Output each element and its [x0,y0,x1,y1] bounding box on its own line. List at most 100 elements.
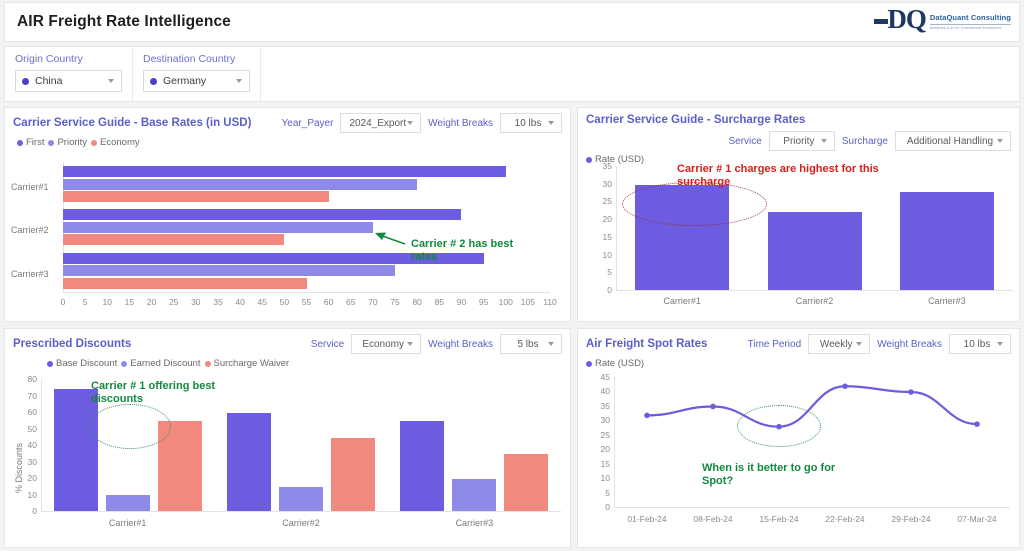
bar-carrier2-base-discount [227,412,271,511]
bar-carrier3 [899,191,994,290]
bar-carrier1-priority [63,178,418,190]
chevron-down-icon [407,342,414,346]
y-tick-0: 0 [32,506,37,516]
bar-carrier3-earned-discount [452,478,497,511]
x-tick-4: 20 [146,297,157,307]
x-tick-3: 15 [124,297,135,307]
x-tick-14: 70 [368,297,378,307]
page-title: AIR Freight Rate Intelligence [17,13,231,30]
base-rates-year-payer-value: 2024_Export [349,117,407,129]
y-tick-6: 60 [27,407,37,417]
bullet-icon [22,77,29,85]
destination-country-select[interactable]: Germany [143,70,250,92]
chevron-down-icon [997,342,1003,346]
surcharge-type-select[interactable]: Additional Handling [895,131,1011,151]
category-label-3: Carrier#3 [455,518,494,528]
discounts-title: Prescribed Discounts [13,338,132,350]
bar-carrier2 [767,212,862,290]
spot-time-period-value: Weekly [819,338,853,350]
discounts-weight-breaks-label: Weight Breaks [428,338,493,350]
filter-destination-country-label: Destination Country [143,53,236,65]
chevron-down-icon [548,342,554,346]
y-axis-line [41,379,42,511]
surcharge-service-select[interactable]: Priority [768,131,835,151]
bar-carrier1-earned-discount [105,495,150,511]
base-rates-year-payer-select[interactable]: 2024_Export [340,113,422,133]
company-logo: DQ DataQuant Consulting Analytics & AI f… [874,6,1011,33]
surcharge-rates-controls: Service Priority Surcharge Additional Ha… [578,131,1019,151]
discounts-weight-breaks-select[interactable]: 5 lbs [500,334,562,354]
legend-label-surcharge-waiver: Surcharge Waiver [213,358,290,369]
y-tick-4: 20 [602,214,612,225]
legend-item-priority: Priority [48,137,87,148]
bullet-icon [150,77,157,85]
x-tick-19: 95 [478,297,489,307]
spot-annotation-text: When is it better to go for Spot? [702,462,836,487]
spot-rates-legend: Rate (USD) [578,355,1019,369]
category-label-1: Carrier#1 [108,518,147,528]
bar-carrier2-priority [63,221,373,233]
discounts-legend: Base Discount Earned Discount Surcharge … [5,355,570,369]
legend-item-earned-discount: Earned Discount [121,358,201,369]
x-tick-6: 30 [191,297,201,307]
surcharge-service-value: Priority [783,135,815,147]
discounts-highlight-ellipse [89,404,171,449]
y-tick-1: 5 [607,267,612,278]
x-tick-11: 55 [301,297,312,307]
y-tick-5: 50 [27,423,37,434]
base-rates-header: Carrier Service Guide - Base Rates (in U… [5,108,570,134]
base-rates-weight-breaks-value: 10 lbs [514,117,542,129]
spot-weight-breaks-select[interactable]: 10 lbs [949,334,1011,354]
panel-prescribed-discounts: Prescribed Discounts Service Economy Wei… [4,328,571,548]
data-point-4 [908,389,914,395]
x-tick-2: 10 [102,297,112,307]
logo-company-name: DataQuant Consulting [929,13,1011,23]
category-label-3: Carrier#3 [928,296,966,306]
data-point-0 [644,412,650,419]
bar-carrier3-base-discount [400,421,445,511]
legend-item-spot-rate-usd: Rate (USD) [586,358,644,369]
y-tick-6: 30 [602,178,612,189]
panel-surcharge-rates: Carrier Service Guide - Surcharge Rates … [577,107,1020,322]
legend-item-first: First [17,137,44,148]
spot-time-period-select[interactable]: Weekly [808,334,871,354]
x-tick-9: 45 [257,297,267,307]
y-tick-3: 15 [602,231,612,242]
legend-label-first: First [26,137,45,148]
y-tick-8: 80 [27,374,37,384]
chevron-down-icon [236,79,242,83]
destination-country-value: Germany [163,75,207,87]
base-rates-weight-breaks-select[interactable]: 10 lbs [500,113,562,133]
legend-swatch-icon [204,360,211,367]
legend-label-spot-rate-usd: Rate (USD) [595,358,645,369]
logo-divider [929,23,1011,25]
spot-weight-breaks-value: 10 lbs [963,338,991,350]
y-tick-7: 70 [27,390,37,401]
dashboard-root: AIR Freight Rate Intelligence DQ DataQua… [0,0,1024,551]
discounts-service-select[interactable]: Economy [351,334,422,354]
origin-country-select[interactable]: China [15,70,122,92]
legend-swatch-icon [47,360,53,367]
bar-carrier2-first [63,209,462,221]
y-tick-7: 35 [602,161,612,171]
global-filter-bar: Origin Country China Destination Country… [4,46,1020,102]
category-label-1: Carrier#1 [663,296,701,306]
legend-label-priority: Priority [57,137,88,148]
surcharge-service-label: Service [728,135,762,147]
y-tick-2: 10 [602,249,612,260]
x-tick-17: 85 [434,297,445,307]
bar-carrier2-economy [63,234,285,246]
panel-base-rates: Carrier Service Guide - Base Rates (in U… [4,107,571,322]
base-rates-annotation-text: Carrier # 2 has best rates [411,238,514,263]
discounts-header: Prescribed Discounts Service Economy Wei… [5,329,570,355]
surcharge-type-label: Surcharge [841,135,888,147]
chevron-down-icon [997,139,1003,143]
bar-carrier1-economy [63,191,329,202]
spot-highlight-ellipse [737,404,821,447]
spot-rates-header: Air Freight Spot Rates Time Period Weekl… [578,329,1019,355]
discounts-weight-breaks-value: 5 lbs [517,338,539,350]
logo-tagline: Analytics & AI for Commercial Excellence [929,25,1002,30]
data-point-3 [842,383,848,390]
filter-destination-country: Destination Country Germany [133,47,261,101]
category-label-1: Carrier#1 [11,182,49,192]
